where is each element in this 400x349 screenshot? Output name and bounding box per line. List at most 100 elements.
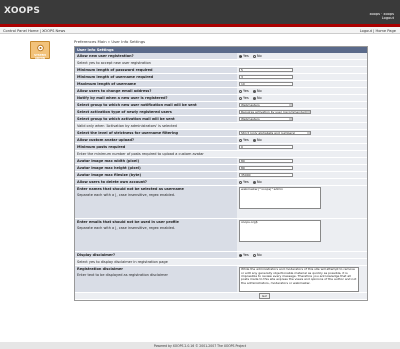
system-admin-button[interactable]: SYSTEM ADMIN (30, 41, 50, 60)
page-title: Preferences Main » User Info Settings (74, 39, 146, 44)
self-delete-no-radio[interactable] (252, 180, 256, 184)
avatar-width-input[interactable]: 80 (239, 158, 293, 164)
notify-group-cell: Webmasters (237, 102, 367, 108)
row-disclaimer-text: Registration disclaimer Enter text to be… (75, 266, 367, 293)
user-links: xoops · xoops Logout (369, 12, 394, 21)
row-max-username: Maximum length of username 10 (75, 81, 367, 88)
bad-usernames-desc: Separate each with a |, case insensitive… (77, 193, 176, 198)
notify-radios: Yes No (237, 95, 367, 101)
yes-label: Yes (243, 180, 249, 184)
allow-registration-radios: Yes No (237, 53, 367, 59)
min-password-label: Minimum length of password required (75, 67, 237, 73)
row-min-posts-desc: Enter the minimum number of posts requir… (75, 151, 367, 158)
min-posts-label: Minimum posts required (75, 144, 237, 150)
notify-group-value: Webmasters (241, 102, 260, 107)
display-disclaimer-yes-radio[interactable] (239, 253, 242, 257)
disclaimer-textarea[interactable]: While the administrators and moderators … (239, 266, 359, 292)
min-username-cell: 3 (237, 74, 367, 80)
empty-cell (237, 259, 367, 265)
min-password-cell: 5 (237, 67, 367, 73)
go-button[interactable]: Go! (259, 292, 271, 300)
row-bad-emails: Enter emails that should not be used in … (75, 219, 367, 252)
display-disclaimer-no-radio[interactable] (252, 253, 256, 257)
gear-icon (37, 44, 44, 52)
strictness-select[interactable]: Strict (only alphabets and numbers) (239, 130, 311, 136)
change-email-label: Allow users to change email address? (75, 88, 237, 94)
allow-registration-desc: Select yes to accept new user registrati… (75, 60, 237, 66)
bad-usernames-cell: Enter names that should not be selected … (75, 186, 237, 218)
chevron-down-icon (306, 110, 310, 114)
row-avatar-width: Avatar image max width (pixel) 80 (75, 158, 367, 165)
bad-emails-textarea[interactable]: xoops.org$ (239, 219, 321, 242)
row-notify-group: Select group to which new user notificat… (75, 102, 367, 109)
avatar-size-cell: 35000 (237, 172, 367, 178)
activation-label: Select activation type of newly register… (75, 109, 237, 115)
min-password-input[interactable]: 5 (239, 67, 293, 73)
chevron-down-icon (288, 117, 292, 121)
change-email-yes-radio[interactable] (239, 89, 242, 93)
avatar-upload-yes-radio[interactable] (239, 138, 242, 142)
min-posts-cell: 0 (237, 144, 367, 150)
min-username-label: Minimum length of username required (75, 74, 237, 80)
activation-group-value: Webmasters (241, 116, 260, 121)
top-right-links[interactable]: Logout | Home Page (360, 29, 396, 33)
row-avatar-upload: Allow custom avatar upload? Yes No (75, 137, 367, 144)
breadcrumb[interactable]: Control Panel Home | XOOPS News (3, 29, 65, 33)
breadcrumb-bar: Control Panel Home | XOOPS News Logout |… (0, 27, 400, 34)
min-posts-input[interactable]: 0 (239, 144, 293, 150)
allow-registration-no-radio[interactable] (252, 54, 256, 58)
avatar-upload-no-radio[interactable] (252, 138, 256, 142)
yes-label: Yes (243, 253, 249, 257)
allow-registration-yes-radio[interactable] (239, 54, 242, 58)
bad-usernames-textarea[interactable]: webmaster|^xoops|^admin (239, 186, 321, 209)
row-min-posts: Minimum posts required 0 (75, 144, 367, 151)
activation-group-cell: Webmasters (237, 116, 367, 122)
yes-label: Yes (243, 54, 249, 58)
row-activation: Select activation type of newly register… (75, 109, 367, 116)
main-content: SYSTEM ADMIN Preferences Main » User Inf… (0, 34, 400, 342)
row-strictness: Select the level of strictness for usern… (75, 130, 367, 137)
avatar-size-label: Avatar image max filesize (byte) (75, 172, 237, 178)
bad-emails-cell: Enter emails that should not be used in … (75, 219, 237, 251)
yes-label: Yes (243, 138, 249, 142)
avatar-width-cell: 80 (237, 158, 367, 164)
disclaimer-text-cell: Registration disclaimer Enter text to be… (75, 266, 237, 292)
notify-group-select[interactable]: Webmasters (239, 102, 293, 108)
bad-emails-value-cell: xoops.org$ (237, 219, 367, 251)
display-disclaimer-label: Display disclaimer? (75, 252, 237, 258)
change-email-no-radio[interactable] (252, 89, 256, 93)
row-notify: Notify by mail when a new user is regist… (75, 95, 367, 102)
row-activation-group: Select group to which activation mail wi… (75, 116, 367, 123)
row-activation-group-desc: Valid only when 'Activation by administr… (75, 123, 367, 130)
change-email-radios: Yes No (237, 88, 367, 94)
activation-select[interactable]: Requires activation by user (recommended… (239, 109, 311, 115)
avatar-upload-radios: Yes No (237, 137, 367, 143)
no-label: No (256, 54, 262, 58)
settings-form: User Info Settings Allow new user regist… (74, 46, 368, 301)
self-delete-yes-radio[interactable] (239, 180, 242, 184)
strictness-cell: Strict (only alphabets and numbers) (237, 130, 367, 136)
avatar-height-input[interactable]: 80 (239, 165, 293, 171)
max-username-input[interactable]: 10 (239, 81, 293, 87)
yes-label: Yes (243, 89, 249, 93)
allow-registration-label: Allow new user registration? (75, 53, 237, 59)
row-display-disclaimer: Display disclaimer? Yes No (75, 252, 367, 259)
avatar-width-label: Avatar image max width (pixel) (75, 158, 237, 164)
bad-usernames-value-cell: webmaster|^xoops|^admin (237, 186, 367, 218)
notify-group-label: Select group to which new user notificat… (75, 102, 237, 108)
notify-yes-radio[interactable] (239, 96, 242, 100)
activation-group-select[interactable]: Webmasters (239, 116, 293, 122)
disclaimer-text-desc: Enter text to be displayed as registrati… (77, 273, 168, 278)
submit-cell: Go! (237, 292, 367, 300)
row-display-disclaimer-desc: Select yes to display disclaimer in regi… (75, 259, 367, 266)
no-label: No (256, 253, 262, 257)
notify-label: Notify by mail when a new user is regist… (75, 95, 237, 101)
logout-link[interactable]: Logout (369, 16, 394, 20)
row-allow-registration: Allow new user registration? Yes No (75, 53, 367, 60)
notify-no-radio[interactable] (252, 96, 256, 100)
chevron-down-icon (288, 103, 292, 107)
avatar-size-input[interactable]: 35000 (239, 172, 293, 178)
display-disclaimer-radios: Yes No (237, 252, 367, 258)
display-disclaimer-desc: Select yes to display disclaimer in regi… (75, 259, 237, 265)
min-username-input[interactable]: 3 (239, 74, 293, 80)
